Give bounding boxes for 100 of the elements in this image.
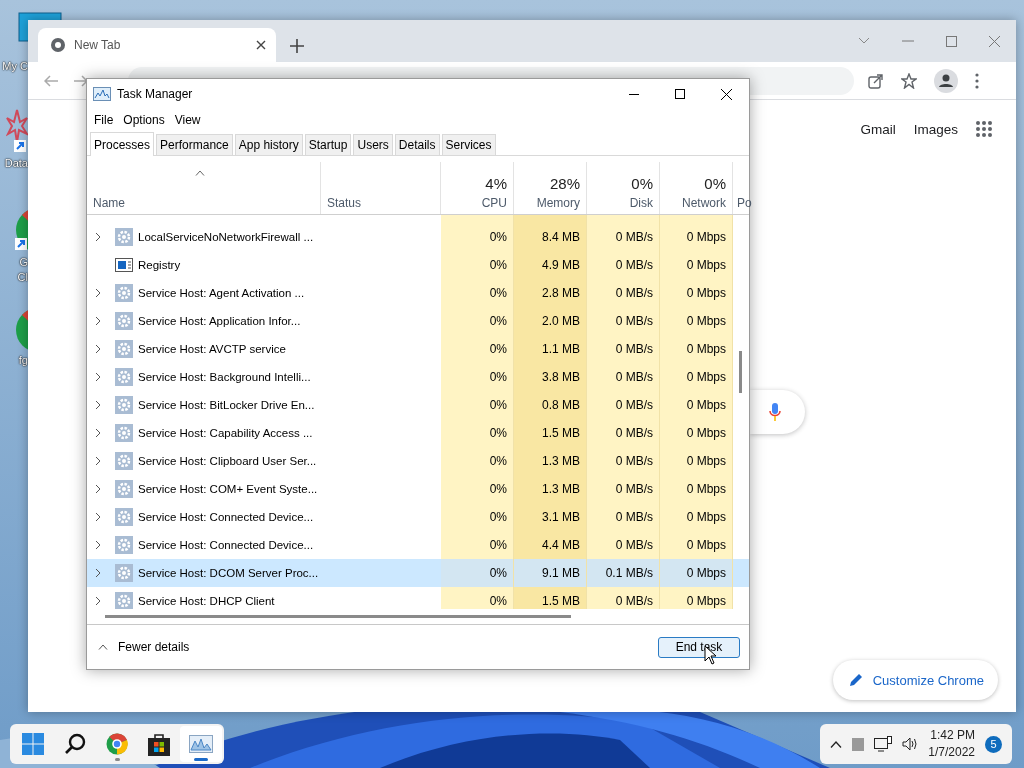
process-row[interactable]: Service Host: Capability Access ... 0% 1.5 MB 0 MB/s 0 Mbps xyxy=(87,419,749,447)
table-cell: 0 MB/s xyxy=(587,363,660,391)
table-cell: 0 MB/s xyxy=(587,447,660,475)
table-cell: 0 MB/s xyxy=(587,475,660,503)
header-link[interactable]: Images xyxy=(913,121,958,137)
process-name: LocalServiceNoNetworkFirewall ... xyxy=(138,231,314,243)
registry-window-icon xyxy=(115,256,133,274)
table-cell: 0 Mbps xyxy=(660,251,733,279)
header-link[interactable]: Gmail xyxy=(860,121,896,137)
table-cell: 0% xyxy=(441,475,514,503)
process-row[interactable]: Service Host: BitLocker Drive En... 0% 0.8 MB 0 MB/s 0 Mbps xyxy=(87,391,749,419)
process-row[interactable]: Service Host: DHCP Client 0% 1.5 MB 0 MB/s 0 Mbps xyxy=(87,587,749,609)
icon-label: Data xyxy=(3,156,28,171)
chevron-down-icon[interactable] xyxy=(858,37,870,45)
menu-item[interactable]: View xyxy=(169,113,206,127)
process-row[interactable]: Service Host: Background Intelli... 0% 3.8 MB 0 MB/s 0 Mbps xyxy=(87,363,749,391)
gear-icon xyxy=(115,592,133,609)
process-row[interactable]: Registry 0% 4.9 MB 0 MB/s 0 Mbps xyxy=(87,251,749,279)
table-cell: 0 Mbps xyxy=(660,503,733,531)
microphone-icon[interactable] xyxy=(769,403,781,421)
table-cell: 0 MB/s xyxy=(587,587,660,609)
process-row[interactable]: Service Host: Application Infor... 0% 2.0 MB 0 MB/s 0 Mbps xyxy=(87,307,749,335)
process-name: Service Host: DCOM Server Proc... xyxy=(138,567,319,579)
maximize-icon[interactable] xyxy=(946,35,957,47)
column-header[interactable]: Name xyxy=(93,196,314,210)
browser-tab[interactable]: New Tab xyxy=(38,28,276,62)
tab[interactable]: Processes xyxy=(90,132,155,156)
column-total: 28% xyxy=(549,175,580,192)
process-row[interactable]: Service Host: DCOM Server Proc... 0% 9.1 MB 0.1 MB/s 0 Mbps xyxy=(87,559,749,587)
column-header[interactable]: CPU xyxy=(481,196,507,210)
menu-item[interactable]: Options xyxy=(118,113,170,127)
gear-icon xyxy=(115,312,133,330)
clock-date[interactable]: 1/7/2022 xyxy=(928,744,975,761)
table-cell: 0 Mbps xyxy=(660,223,733,251)
process-row[interactable]: Service Host: Clipboard User Ser... 0% 1.3 MB 0 MB/s 0 Mbps xyxy=(87,447,749,475)
table-cell: 0% xyxy=(441,251,514,279)
process-row[interactable]: Service Host: Connected Device... 0% 4.4 MB 0 MB/s 0 Mbps xyxy=(87,531,749,559)
fewer-details-button[interactable]: Fewer details xyxy=(98,640,190,654)
window-title: Task Manager xyxy=(117,87,193,101)
star-icon[interactable] xyxy=(901,72,917,89)
process-name: Service Host: Agent Activation ... xyxy=(138,287,305,299)
table-cell: 0 MB/s xyxy=(587,251,660,279)
process-row[interactable]: LocalServiceNoNetworkFirewall ... 0% 8.4 MB 0 MB/s 0 Mbps xyxy=(87,223,749,251)
tab[interactable]: Details xyxy=(394,134,440,155)
column-header[interactable]: Status xyxy=(327,196,434,210)
table-cell: 0% xyxy=(441,531,514,559)
gear-icon xyxy=(115,424,133,442)
close-icon[interactable] xyxy=(256,40,266,50)
running-indicator xyxy=(194,758,208,761)
table-cell: 0 Mbps xyxy=(660,475,733,503)
process-row[interactable]: Service Host: AVCTP service 0% 1.1 MB 0 MB/s 0 Mbps xyxy=(87,335,749,363)
share-icon[interactable] xyxy=(868,72,884,89)
scrollbar-thumb[interactable] xyxy=(105,615,571,618)
table-cell: 0 Mbps xyxy=(660,279,733,307)
gear-icon xyxy=(115,564,133,582)
table-cell: 0 MB/s xyxy=(587,419,660,447)
process-row[interactable]: Service Host: Connected Device... 0% 3.1 MB 0 MB/s 0 Mbps xyxy=(87,503,749,531)
browser-logo-icon xyxy=(50,37,66,53)
table-cell: 3.8 MB xyxy=(514,363,587,391)
process-row[interactable]: Service Host: COM+ Event Syste... 0% 1.3 MB 0 MB/s 0 Mbps xyxy=(87,475,749,503)
apps-grid-icon[interactable] xyxy=(976,121,992,137)
menu-item[interactable]: File xyxy=(89,113,119,127)
sort-caret-icon[interactable] xyxy=(195,170,205,176)
gear-icon xyxy=(115,340,133,358)
tab[interactable]: App history xyxy=(234,134,303,155)
more-menu-icon[interactable] xyxy=(975,72,979,89)
notification-badge[interactable]: 5 xyxy=(985,735,1002,753)
table-cell: 1.5 MB xyxy=(514,587,587,609)
process-row[interactable]: Service Host: Agent Activation ... 0% 2.8 MB 0 MB/s 0 Mbps xyxy=(87,279,749,307)
column-header[interactable]: Network xyxy=(682,196,726,210)
column-total: 0% xyxy=(631,175,653,192)
chart-window-icon xyxy=(189,735,213,753)
table-cell: 0% xyxy=(441,279,514,307)
maximize-icon xyxy=(675,89,685,99)
profile-avatar-icon[interactable] xyxy=(934,68,958,93)
table-cell: 0 Mbps xyxy=(660,335,733,363)
column-header[interactable]: Disk xyxy=(629,196,653,210)
plus-icon[interactable] xyxy=(290,39,304,53)
network-monitor-icon[interactable] xyxy=(874,736,892,752)
table-cell: 1.5 MB xyxy=(514,419,587,447)
chevron-up-icon[interactable] xyxy=(830,740,842,748)
tab[interactable]: Users xyxy=(353,134,393,155)
tab[interactable]: Services xyxy=(441,134,496,155)
table-cell: 0 MB/s xyxy=(587,223,660,251)
gear-icon xyxy=(115,508,133,526)
tab[interactable]: Startup xyxy=(304,134,352,155)
table-cell: 4.4 MB xyxy=(514,531,587,559)
process-name: Service Host: Connected Device... xyxy=(138,511,314,523)
forward-arrow-icon[interactable] xyxy=(74,74,88,87)
customize-chrome-button[interactable]: Customize Chrome xyxy=(832,660,998,700)
speaker-icon[interactable] xyxy=(902,737,918,751)
tab[interactable]: Performance xyxy=(156,134,233,155)
icon-label: fg xyxy=(17,353,28,368)
column-header[interactable]: Memory xyxy=(536,196,580,210)
table-cell: 1.3 MB xyxy=(514,475,587,503)
clock-time[interactable]: 1:42 PM xyxy=(930,727,975,744)
table-cell: 8.4 MB xyxy=(514,223,587,251)
gear-icon xyxy=(115,536,133,554)
table-cell: 0% xyxy=(441,587,514,609)
scrollbar-thumb[interactable] xyxy=(739,351,742,393)
